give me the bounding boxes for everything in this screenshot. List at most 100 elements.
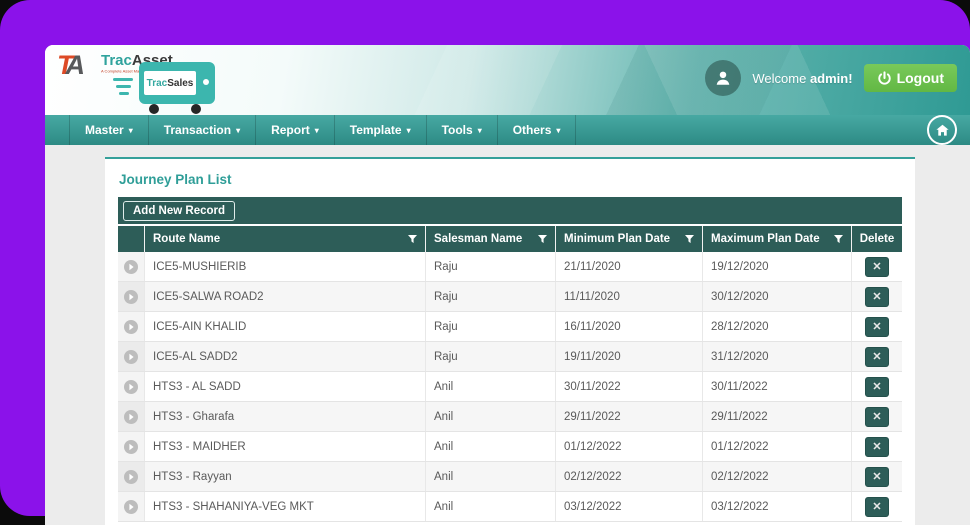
column-header-route-name: Route Name [145, 226, 426, 252]
speed-line [113, 78, 133, 81]
welcome-text: Welcome admin! [752, 70, 853, 86]
expander-cell [118, 282, 145, 311]
app-header-banner: TA TracAsset A Complete Asset Management… [45, 45, 970, 115]
cell-min_date: 03/12/2022 [556, 492, 703, 521]
expander-column-header [118, 226, 145, 252]
app-logo[interactable]: TA TracAsset A Complete Asset Management… [57, 48, 257, 114]
app-window: TA TracAsset A Complete Asset Management… [45, 45, 970, 525]
row-expander-button[interactable] [124, 349, 138, 364]
cell-route: HTS3 - SHAHANIYA-VEG MKT [145, 492, 426, 521]
row-expander-button[interactable] [124, 289, 138, 304]
delete-row-button[interactable]: ✕ [865, 466, 889, 487]
delete-row-button[interactable]: ✕ [865, 406, 889, 427]
home-button[interactable] [927, 115, 957, 145]
cell-min_date: 16/11/2020 [556, 312, 703, 341]
truck-door-dot [203, 79, 209, 85]
main-nav-bar: Master ▾ Transaction ▾ Report ▾ Template ▾ Tools… [45, 115, 970, 145]
cell-salesman: Anil [426, 402, 556, 431]
table-body: ICE5-MUSHIERIB Raju 21/11/2020 19/12/2020 ✕ I… [118, 252, 902, 522]
delete-row-button[interactable]: ✕ [865, 376, 889, 397]
ta-monogram-icon: TA [57, 50, 85, 81]
cell-max_date: 29/11/2022 [703, 402, 852, 431]
truck-brand-label: Trac Sales [144, 71, 196, 95]
row-expander-button[interactable] [124, 499, 138, 514]
nav-item-label: Master [85, 123, 124, 137]
row-expander-button[interactable] [124, 469, 138, 484]
nav-item-transaction[interactable]: Transaction ▾ [149, 115, 257, 145]
row-expander-button[interactable] [124, 439, 138, 454]
delete-row-button[interactable]: ✕ [865, 316, 889, 337]
logout-button[interactable]: Logout [863, 64, 957, 92]
page-background: { "brand": { "monogram_t": "T", "monogra… [0, 0, 970, 525]
nav-item-label: Tools [441, 123, 473, 137]
column-header-label: Minimum Plan Date [564, 233, 671, 245]
table-row: ICE5-MUSHIERIB Raju 21/11/2020 19/12/2020 ✕ [118, 252, 902, 282]
funnel-filter-icon[interactable] [538, 234, 547, 244]
cell-delete: ✕ [852, 492, 902, 521]
cell-delete: ✕ [852, 432, 902, 461]
nav-item-master[interactable]: Master ▾ [69, 115, 149, 145]
delete-row-button[interactable]: ✕ [865, 436, 889, 457]
cell-max_date: 02/12/2022 [703, 462, 852, 491]
cell-route: HTS3 - Gharafa [145, 402, 426, 431]
cell-min_date: 19/11/2020 [556, 342, 703, 371]
cell-delete: ✕ [852, 252, 902, 281]
funnel-filter-icon[interactable] [408, 234, 417, 244]
delete-row-button[interactable]: ✕ [865, 256, 889, 277]
delete-row-button[interactable]: ✕ [865, 496, 889, 517]
nav-item-tools[interactable]: Tools ▾ [427, 115, 498, 145]
funnel-filter-icon[interactable] [834, 234, 843, 244]
chevron-down-icon: ▾ [556, 125, 561, 135]
cell-delete: ✕ [852, 282, 902, 311]
nav-item-label: Template [349, 123, 402, 137]
table-row: HTS3 - Rayyan Anil 02/12/2022 02/12/2022 ✕ [118, 462, 902, 492]
nav-item-template[interactable]: Template ▾ [335, 115, 427, 145]
column-header-salesman-name: Salesman Name [426, 226, 556, 252]
content-panel: Journey Plan List Add New Record Route N… [105, 157, 915, 525]
table-row: HTS3 - MAIDHER Anil 01/12/2022 01/12/2022 ✕ [118, 432, 902, 462]
cell-salesman: Raju [426, 252, 556, 281]
truck-body: Trac Sales [139, 62, 215, 104]
chevron-down-icon: ▾ [406, 125, 411, 135]
cell-salesman: Raju [426, 282, 556, 311]
user-session-area: Welcome admin! Logout [705, 60, 957, 96]
cell-min_date: 01/12/2022 [556, 432, 703, 461]
nav-item-label: Transaction [163, 123, 232, 137]
cell-min_date: 02/12/2022 [556, 462, 703, 491]
cell-min_date: 29/11/2022 [556, 402, 703, 431]
column-header-label: Route Name [153, 233, 221, 245]
cell-delete: ✕ [852, 312, 902, 341]
expander-cell [118, 372, 145, 401]
funnel-filter-icon[interactable] [685, 234, 694, 244]
page-title: Journey Plan List [119, 172, 232, 187]
cell-route: ICE5-AL SADD2 [145, 342, 426, 371]
row-expander-button[interactable] [124, 379, 138, 394]
user-avatar-icon [705, 60, 742, 96]
cell-route: ICE5-MUSHIERIB [145, 252, 426, 281]
cell-route: HTS3 - Rayyan [145, 462, 426, 491]
power-icon [877, 70, 892, 86]
expander-cell [118, 402, 145, 431]
nav-item-report[interactable]: Report ▾ [256, 115, 335, 145]
cell-salesman: Raju [426, 342, 556, 371]
nav-item-others[interactable]: Others ▾ [498, 115, 577, 145]
column-header-minimum-plan-date: Minimum Plan Date [556, 226, 703, 252]
cell-route: HTS3 - AL SADD [145, 372, 426, 401]
cell-salesman: Anil [426, 462, 556, 491]
row-expander-button[interactable] [124, 259, 138, 274]
home-icon [935, 123, 950, 138]
delete-row-button[interactable]: ✕ [865, 286, 889, 307]
delete-row-button[interactable]: ✕ [865, 346, 889, 367]
cell-max_date: 30/11/2022 [703, 372, 852, 401]
row-expander-button[interactable] [124, 319, 138, 334]
row-expander-button[interactable] [124, 409, 138, 424]
expander-cell [118, 312, 145, 341]
cell-salesman: Anil [426, 372, 556, 401]
grid-toolbar: Add New Record [118, 197, 902, 224]
add-new-record-button[interactable]: Add New Record [123, 200, 236, 221]
cell-max_date: 28/12/2020 [703, 312, 852, 341]
cell-min_date: 11/11/2020 [556, 282, 703, 311]
table-row: HTS3 - SHAHANIYA-VEG MKT Anil 03/12/2022 03… [118, 492, 902, 522]
cell-salesman: Anil [426, 492, 556, 521]
table-row: HTS3 - AL SADD Anil 30/11/2022 30/11/2022 ✕ [118, 372, 902, 402]
